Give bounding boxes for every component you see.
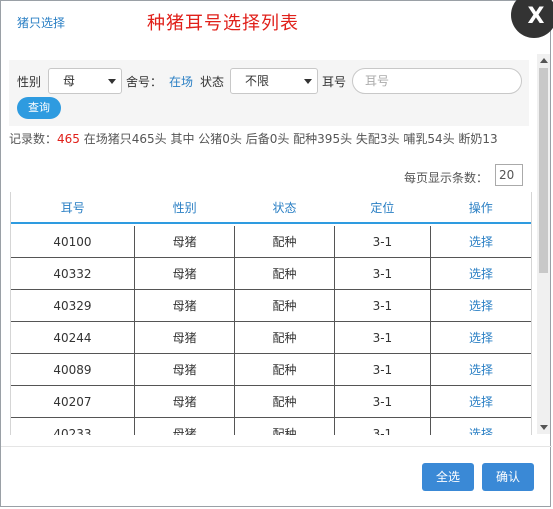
record-stats: 记录数：465 在场猪只465头 其中 公猪0头 后备0头 配种395头 失配3… (9, 132, 529, 147)
cell-status: 配种 (234, 257, 335, 290)
cell-gender: 母猪 (134, 385, 236, 418)
house-value-link[interactable]: 在场 (169, 73, 193, 90)
filter-bar: 性别 母 舍号： 在场 状态 不限 耳号 耳号 (9, 60, 529, 126)
header-status: 状态 (234, 192, 335, 224)
cell-gender: 母猪 (134, 353, 236, 386)
select-link[interactable]: 选择 (430, 321, 531, 354)
cell-location: 3-1 (334, 289, 432, 322)
ear-number-input[interactable]: 耳号 (352, 68, 522, 94)
cell-status: 配种 (234, 321, 335, 354)
cell-ear-number: 40329 (11, 289, 135, 322)
pig-select-dialog: 猪只选择 种猪耳号选择列表 性别 母 舍号： 在场 状态 不限 耳号 耳号 查询… (0, 0, 552, 507)
select-link[interactable]: 选择 (430, 417, 531, 435)
cell-gender: 母猪 (134, 417, 236, 435)
table-row: 40207 母猪 配种 3-1 选择 (11, 385, 531, 418)
cell-gender: 母猪 (134, 257, 236, 290)
status-label: 状态 (200, 75, 225, 89)
stats-prefix: 记录数： (9, 132, 58, 146)
select-link[interactable]: 选择 (430, 289, 531, 322)
header-gender: 性别 (134, 192, 235, 224)
table-row: 40089 母猪 配种 3-1 选择 (11, 353, 531, 386)
record-count: 465 (57, 132, 80, 146)
chevron-down-icon (304, 79, 312, 84)
select-link[interactable]: 选择 (430, 353, 531, 386)
footer-divider (1, 446, 552, 447)
cell-location: 3-1 (334, 257, 432, 290)
table-row: 40329 母猪 配种 3-1 选择 (11, 289, 531, 322)
table-row: 40244 母猪 配种 3-1 选择 (11, 321, 531, 354)
ear-number-placeholder: 耳号 (365, 74, 390, 88)
scrollbar-thumb[interactable] (539, 68, 548, 273)
query-button[interactable]: 查询 (17, 97, 61, 119)
ear-label: 耳号 (322, 75, 347, 89)
scroll-down-arrow-icon[interactable] (540, 425, 548, 430)
select-link[interactable]: 选择 (430, 385, 531, 418)
per-page-label: 每页显示条数： (404, 171, 489, 185)
gender-select[interactable]: 母 (48, 68, 122, 94)
cell-status: 配种 (234, 353, 335, 386)
select-all-button[interactable]: 全选 (422, 463, 474, 491)
header-ear-number: 耳号 (11, 192, 135, 224)
cell-ear-number: 40207 (11, 385, 135, 418)
gender-select-value: 母 (63, 74, 76, 88)
cell-location: 3-1 (334, 417, 432, 435)
gender-label: 性别 (17, 75, 42, 89)
table-row: 40332 母猪 配种 3-1 选择 (11, 257, 531, 290)
cell-gender: 母猪 (134, 321, 236, 354)
cell-status: 配种 (234, 417, 335, 435)
header-location: 定位 (334, 192, 431, 224)
cell-status: 配种 (234, 289, 335, 322)
chevron-down-icon (108, 79, 116, 84)
cell-gender: 母猪 (134, 226, 236, 258)
table-header-row: 耳号 性别 状态 定位 操作 (11, 192, 531, 224)
cell-status: 配种 (234, 226, 335, 258)
cell-location: 3-1 (334, 353, 432, 386)
page-heading: 种猪耳号选择列表 (147, 13, 299, 34)
cell-location: 3-1 (334, 321, 432, 354)
stats-text: 在场猪只465头 其中 公猪0头 后备0头 配种395头 失配3头 哺乳54头 … (79, 132, 498, 146)
table-row: 40233 母猪 配种 3-1 选择 (11, 417, 531, 435)
select-link[interactable]: 选择 (430, 226, 531, 258)
cell-ear-number: 40089 (11, 353, 135, 386)
cell-location: 3-1 (334, 385, 432, 418)
house-label: 舍号： (126, 75, 163, 89)
select-link[interactable]: 选择 (430, 257, 531, 290)
cell-ear-number: 40244 (11, 321, 135, 354)
per-page-input[interactable]: 20 (495, 164, 523, 186)
table-row: 40100 母猪 配种 3-1 选择 (11, 226, 531, 258)
cell-location: 3-1 (334, 226, 432, 258)
confirm-button[interactable]: 确认 (482, 463, 534, 491)
pig-table: 耳号 性别 状态 定位 操作 40100 母猪 配种 3-1 选择 40332 (10, 192, 532, 435)
vertical-scrollbar[interactable] (537, 54, 550, 434)
status-select[interactable]: 不限 (230, 68, 318, 94)
status-select-value: 不限 (245, 74, 270, 88)
header-action: 操作 (430, 192, 531, 224)
cell-ear-number: 40100 (11, 226, 135, 258)
cell-ear-number: 40332 (11, 257, 135, 290)
cell-gender: 母猪 (134, 289, 236, 322)
cell-ear-number: 40233 (11, 417, 135, 435)
cell-status: 配种 (234, 385, 335, 418)
dialog-title: 猪只选择 (17, 16, 66, 30)
scroll-up-arrow-icon[interactable] (540, 58, 548, 63)
